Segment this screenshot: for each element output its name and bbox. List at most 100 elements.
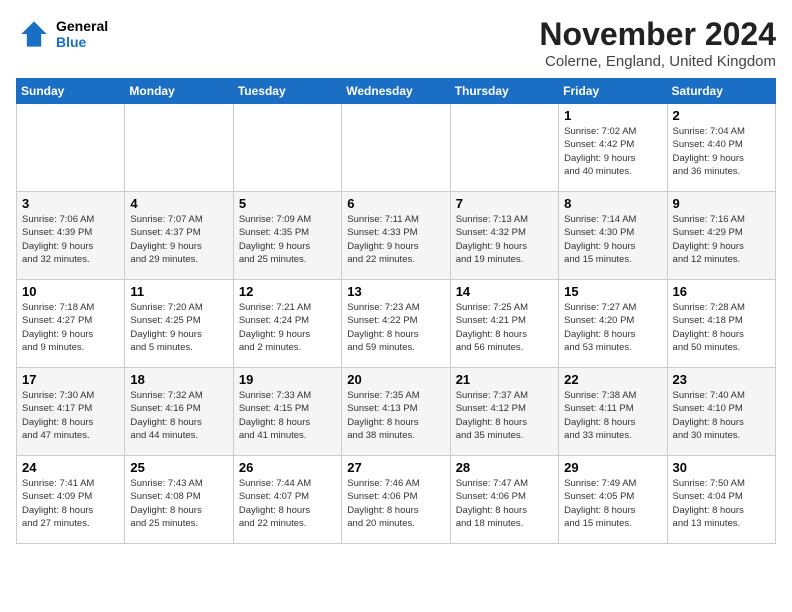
calendar-cell: 1 Sunrise: 7:02 AM Sunset: 4:42 PM Daylig…	[559, 104, 667, 192]
day-info: Sunrise: 7:35 AM Sunset: 4:13 PM Dayligh…	[347, 389, 444, 442]
day-info: Sunrise: 7:06 AM Sunset: 4:39 PM Dayligh…	[22, 213, 119, 266]
day-info: Sunrise: 7:04 AM Sunset: 4:40 PM Dayligh…	[673, 125, 770, 178]
day-number: 3	[22, 196, 119, 211]
day-info: Sunrise: 7:47 AM Sunset: 4:06 PM Dayligh…	[456, 477, 553, 530]
weekday-header-cell: Thursday	[450, 79, 558, 104]
day-info: Sunrise: 7:09 AM Sunset: 4:35 PM Dayligh…	[239, 213, 336, 266]
calendar-table: SundayMondayTuesdayWednesdayThursdayFrid…	[16, 78, 776, 544]
calendar-cell: 24Sunrise: 7:41 AM Sunset: 4:09 PM Dayli…	[17, 456, 125, 544]
day-info: Sunrise: 7:20 AM Sunset: 4:25 PM Dayligh…	[130, 301, 227, 354]
weekday-header-cell: Sunday	[17, 79, 125, 104]
day-info: Sunrise: 7:02 AM Sunset: 4:42 PM Dayligh…	[564, 125, 661, 178]
calendar-week-row: 24Sunrise: 7:41 AM Sunset: 4:09 PM Dayli…	[17, 456, 776, 544]
calendar-week-row: 3 Sunrise: 7:06 AM Sunset: 4:39 PM Daylig…	[17, 192, 776, 280]
day-number: 1	[564, 108, 661, 123]
day-info: Sunrise: 7:23 AM Sunset: 4:22 PM Dayligh…	[347, 301, 444, 354]
day-info: Sunrise: 7:32 AM Sunset: 4:16 PM Dayligh…	[130, 389, 227, 442]
calendar-cell: 9 Sunrise: 7:16 AM Sunset: 4:29 PM Daylig…	[667, 192, 775, 280]
calendar-cell: 14 Sunrise: 7:25 AM Sunset: 4:21 PM Dayli…	[450, 280, 558, 368]
day-number: 5	[239, 196, 336, 211]
day-number: 29	[564, 460, 661, 475]
day-number: 8	[564, 196, 661, 211]
day-info: Sunrise: 7:37 AM Sunset: 4:12 PM Dayligh…	[456, 389, 553, 442]
day-number: 6	[347, 196, 444, 211]
day-number: 13	[347, 284, 444, 299]
calendar-cell: 5 Sunrise: 7:09 AM Sunset: 4:35 PM Daylig…	[233, 192, 341, 280]
calendar-cell	[17, 104, 125, 192]
calendar-cell: 21 Sunrise: 7:37 AM Sunset: 4:12 PM Dayli…	[450, 368, 558, 456]
calendar-cell: 19Sunrise: 7:33 AM Sunset: 4:15 PM Dayli…	[233, 368, 341, 456]
calendar-week-row: 10Sunrise: 7:18 AM Sunset: 4:27 PM Dayli…	[17, 280, 776, 368]
day-number: 28	[456, 460, 553, 475]
calendar-cell: 4 Sunrise: 7:07 AM Sunset: 4:37 PM Daylig…	[125, 192, 233, 280]
day-number: 15	[564, 284, 661, 299]
day-info: Sunrise: 7:11 AM Sunset: 4:33 PM Dayligh…	[347, 213, 444, 266]
day-number: 19	[239, 372, 336, 387]
calendar-cell: 6 Sunrise: 7:11 AM Sunset: 4:33 PM Daylig…	[342, 192, 450, 280]
calendar-cell: 18 Sunrise: 7:32 AM Sunset: 4:16 PM Dayli…	[125, 368, 233, 456]
day-number: 4	[130, 196, 227, 211]
day-info: Sunrise: 7:07 AM Sunset: 4:37 PM Dayligh…	[130, 213, 227, 266]
day-number: 7	[456, 196, 553, 211]
day-number: 26	[239, 460, 336, 475]
calendar-cell: 16 Sunrise: 7:28 AM Sunset: 4:18 PM Dayli…	[667, 280, 775, 368]
day-info: Sunrise: 7:14 AM Sunset: 4:30 PM Dayligh…	[564, 213, 661, 266]
header: General Blue November 2024 Colerne, Engl…	[16, 16, 776, 70]
calendar-week-row: 1 Sunrise: 7:02 AM Sunset: 4:42 PM Daylig…	[17, 104, 776, 192]
day-number: 30	[673, 460, 770, 475]
calendar-cell: 25Sunrise: 7:43 AM Sunset: 4:08 PM Dayli…	[125, 456, 233, 544]
calendar-cell: 13 Sunrise: 7:23 AM Sunset: 4:22 PM Dayli…	[342, 280, 450, 368]
calendar-cell: 30Sunrise: 7:50 AM Sunset: 4:04 PM Dayli…	[667, 456, 775, 544]
calendar-cell	[125, 104, 233, 192]
logo: General Blue	[16, 16, 108, 52]
day-info: Sunrise: 7:46 AM Sunset: 4:06 PM Dayligh…	[347, 477, 444, 530]
day-number: 20	[347, 372, 444, 387]
day-number: 17	[22, 372, 119, 387]
calendar-cell	[233, 104, 341, 192]
calendar-cell: 22 Sunrise: 7:38 AM Sunset: 4:11 PM Dayli…	[559, 368, 667, 456]
day-number: 9	[673, 196, 770, 211]
day-info: Sunrise: 7:38 AM Sunset: 4:11 PM Dayligh…	[564, 389, 661, 442]
weekday-header-cell: Friday	[559, 79, 667, 104]
weekday-header-cell: Wednesday	[342, 79, 450, 104]
calendar-cell: 20 Sunrise: 7:35 AM Sunset: 4:13 PM Dayli…	[342, 368, 450, 456]
calendar-cell: 23 Sunrise: 7:40 AM Sunset: 4:10 PM Dayli…	[667, 368, 775, 456]
day-number: 21	[456, 372, 553, 387]
day-number: 18	[130, 372, 227, 387]
calendar-cell: 27 Sunrise: 7:46 AM Sunset: 4:06 PM Dayli…	[342, 456, 450, 544]
calendar-cell: 29 Sunrise: 7:49 AM Sunset: 4:05 PM Dayli…	[559, 456, 667, 544]
calendar-cell: 3 Sunrise: 7:06 AM Sunset: 4:39 PM Daylig…	[17, 192, 125, 280]
weekday-header-row: SundayMondayTuesdayWednesdayThursdayFrid…	[17, 79, 776, 104]
calendar-cell	[342, 104, 450, 192]
day-info: Sunrise: 7:44 AM Sunset: 4:07 PM Dayligh…	[239, 477, 336, 530]
day-info: Sunrise: 7:40 AM Sunset: 4:10 PM Dayligh…	[673, 389, 770, 442]
day-info: Sunrise: 7:13 AM Sunset: 4:32 PM Dayligh…	[456, 213, 553, 266]
calendar-cell: 17 Sunrise: 7:30 AM Sunset: 4:17 PM Dayli…	[17, 368, 125, 456]
day-number: 22	[564, 372, 661, 387]
day-info: Sunrise: 7:27 AM Sunset: 4:20 PM Dayligh…	[564, 301, 661, 354]
day-info: Sunrise: 7:43 AM Sunset: 4:08 PM Dayligh…	[130, 477, 227, 530]
month-title: November 2024	[539, 16, 776, 53]
day-info: Sunrise: 7:16 AM Sunset: 4:29 PM Dayligh…	[673, 213, 770, 266]
day-info: Sunrise: 7:28 AM Sunset: 4:18 PM Dayligh…	[673, 301, 770, 354]
day-info: Sunrise: 7:30 AM Sunset: 4:17 PM Dayligh…	[22, 389, 119, 442]
day-number: 23	[673, 372, 770, 387]
calendar-cell: 15 Sunrise: 7:27 AM Sunset: 4:20 PM Dayli…	[559, 280, 667, 368]
day-number: 14	[456, 284, 553, 299]
calendar-cell: 7 Sunrise: 7:13 AM Sunset: 4:32 PM Daylig…	[450, 192, 558, 280]
day-info: Sunrise: 7:25 AM Sunset: 4:21 PM Dayligh…	[456, 301, 553, 354]
weekday-header-cell: Tuesday	[233, 79, 341, 104]
calendar-cell: 12 Sunrise: 7:21 AM Sunset: 4:24 PM Dayli…	[233, 280, 341, 368]
calendar-cell: 2 Sunrise: 7:04 AM Sunset: 4:40 PM Daylig…	[667, 104, 775, 192]
day-number: 10	[22, 284, 119, 299]
day-info: Sunrise: 7:21 AM Sunset: 4:24 PM Dayligh…	[239, 301, 336, 354]
day-number: 27	[347, 460, 444, 475]
day-number: 2	[673, 108, 770, 123]
calendar-body: 1 Sunrise: 7:02 AM Sunset: 4:42 PM Daylig…	[17, 104, 776, 544]
logo-text: General Blue	[56, 18, 108, 50]
day-info: Sunrise: 7:49 AM Sunset: 4:05 PM Dayligh…	[564, 477, 661, 530]
location: Colerne, England, United Kingdom	[539, 53, 776, 70]
day-number: 16	[673, 284, 770, 299]
day-number: 12	[239, 284, 336, 299]
calendar-cell: 11Sunrise: 7:20 AM Sunset: 4:25 PM Dayli…	[125, 280, 233, 368]
